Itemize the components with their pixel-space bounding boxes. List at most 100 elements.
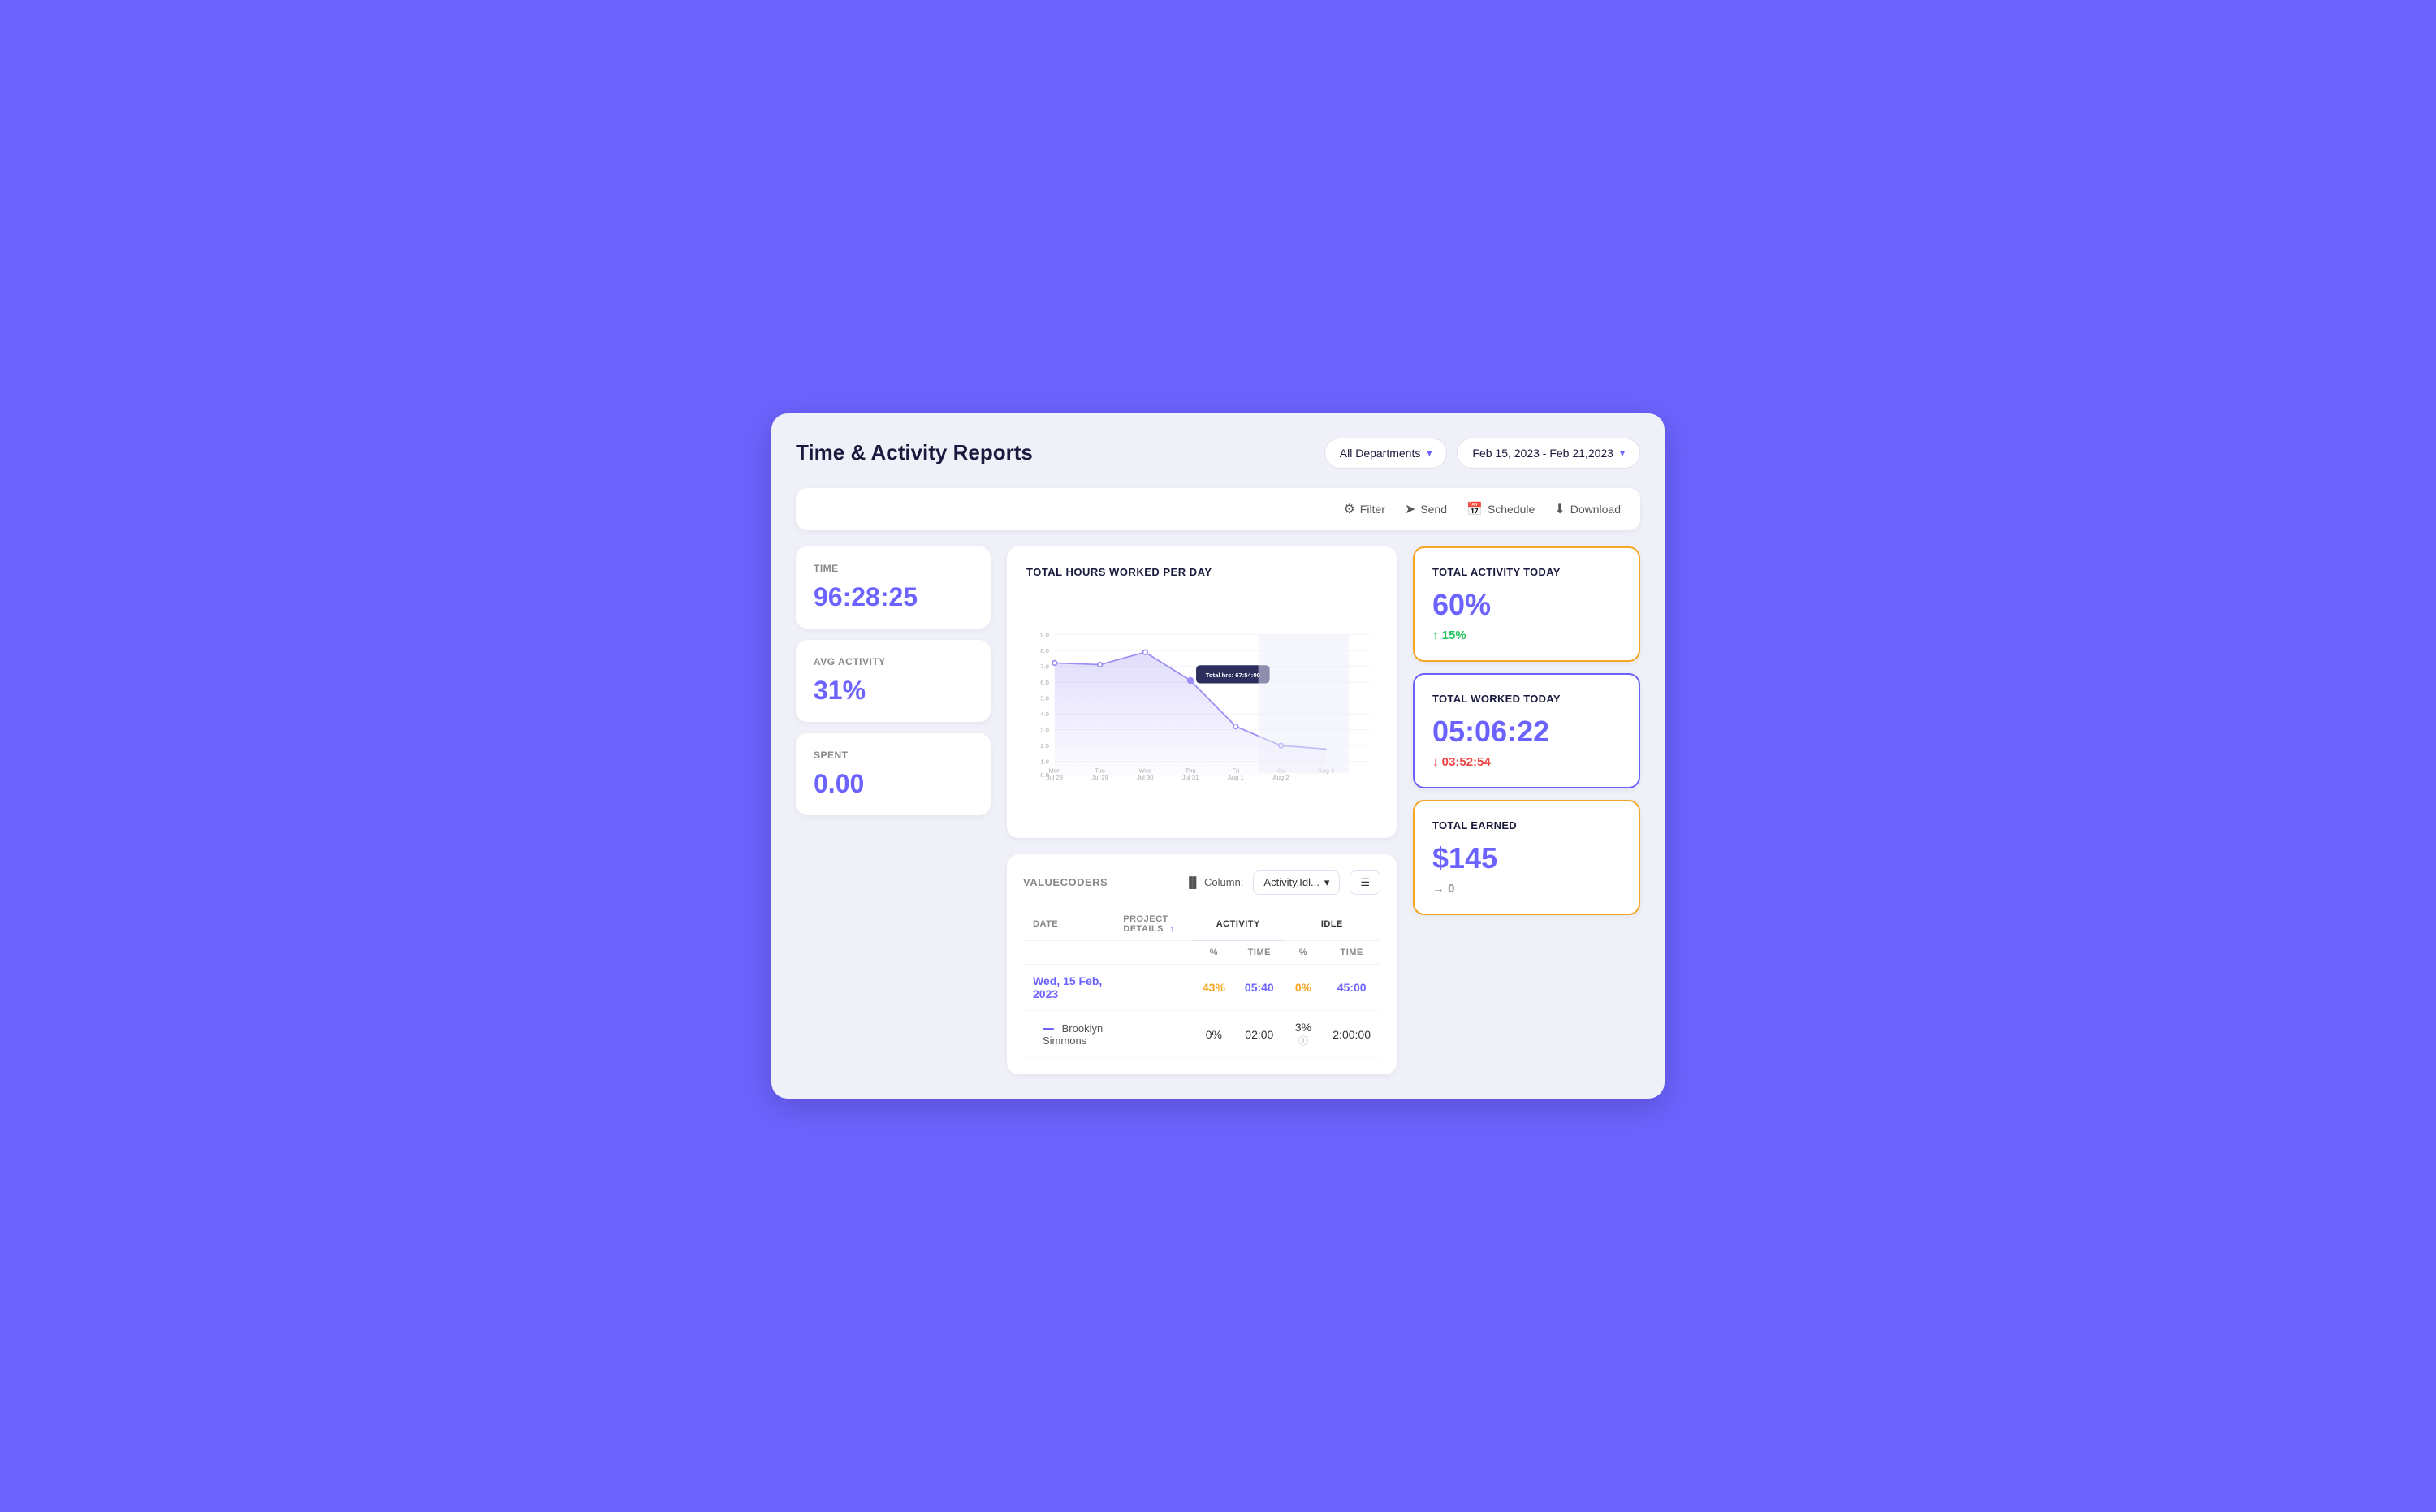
total-activity-change: ↑ 15%	[1432, 629, 1621, 642]
spent-stat-card: SPENT 0.00	[796, 733, 991, 815]
y-label-4: 4.0	[1040, 711, 1049, 718]
col-idle-pct: %	[1284, 940, 1324, 965]
activity-table: DATE PROJECT DETAILS ↑ ACTIVITY IDLE	[1023, 908, 1380, 1059]
chart-title: TOTAL HOURS WORKED PER DAY	[1026, 566, 1377, 578]
sort-icon: ↑	[1170, 924, 1175, 934]
total-worked-card: TOTAL WORKED TODAY 05:06:22 ↓ 03:52:54	[1413, 673, 1640, 788]
data-point-wed	[1143, 650, 1148, 654]
y-label-9: 9.0	[1040, 631, 1049, 638]
y-label-5: 5.0	[1040, 694, 1049, 702]
total-activity-title: TOTAL ACTIVITY TODAY	[1432, 566, 1621, 578]
x-label-thu-date: Jul 31	[1182, 774, 1199, 781]
y-label-3: 3.0	[1040, 726, 1049, 733]
total-earned-card: TOTAL EARNED $145 → 0	[1413, 800, 1640, 915]
left-stats-panel: TIME 96:28:25 AVG ACTIVITY 31% SPENT 0.0…	[796, 546, 991, 1075]
calendar-icon: 📅	[1466, 501, 1483, 517]
table-row-sub: Brooklyn Simmons 0% 02:00 3% ⓘ 2:00:00	[1023, 1011, 1380, 1058]
time-stat-card: TIME 96:28:25	[796, 546, 991, 629]
data-point-mon	[1052, 660, 1057, 665]
highlight-region	[1259, 634, 1349, 772]
org-name: VALUECODERS	[1023, 876, 1108, 888]
col-activity-group: ACTIVITY	[1193, 908, 1284, 941]
group-icon: ☰	[1360, 876, 1370, 889]
row-activity-pct: 43%	[1193, 965, 1235, 1011]
row-date: Wed, 15 Feb, 2023	[1023, 965, 1113, 1011]
total-activity-value: 60%	[1432, 588, 1621, 622]
tooltip-text: Total hrs: 67:54:00	[1206, 672, 1260, 679]
total-worked-change: ↓ 03:52:54	[1432, 755, 1621, 769]
column-selector-btn[interactable]: Activity,Idl... ▾	[1253, 870, 1340, 895]
data-point-tue	[1098, 662, 1103, 667]
time-label: TIME	[814, 563, 973, 574]
x-label-wed: Wed	[1139, 767, 1152, 774]
chart-area: 9.0 8.0 7.0 6.0 5.0 4.0 3.0 2.0 1.0 0.0	[1026, 591, 1377, 819]
col-idle-group: IDLE	[1284, 908, 1380, 941]
avg-activity-value: 31%	[814, 676, 973, 706]
row-sub-activity-pct: 0%	[1193, 1011, 1235, 1058]
row-activity-time: 05:40	[1235, 965, 1284, 1011]
group-btn[interactable]: ☰	[1350, 870, 1380, 895]
date-range-selector[interactable]: Feb 15, 2023 - Feb 21,2023 ▾	[1457, 438, 1640, 469]
row-sub-name: Brooklyn Simmons	[1023, 1011, 1113, 1058]
content-area: TIME 96:28:25 AVG ACTIVITY 31% SPENT 0.0…	[796, 546, 1640, 1075]
table-header: DATE PROJECT DETAILS ↑ ACTIVITY IDLE	[1023, 908, 1380, 941]
data-point-fri	[1233, 724, 1238, 728]
total-activity-card: TOTAL ACTIVITY TODAY 60% ↑ 15%	[1413, 546, 1640, 662]
table-subheader: % TIME % TIME	[1023, 940, 1380, 965]
x-label-thu: Thu	[1185, 767, 1195, 774]
send-button[interactable]: ➤ Send	[1405, 501, 1447, 517]
table-controls: ▐▌ Column: Activity,Idl... ▾ ☰	[1186, 870, 1380, 895]
x-label-sat-date: Aug 2	[1273, 774, 1289, 781]
spent-value: 0.00	[814, 769, 973, 799]
x-label-tue-date: Jul 29	[1091, 774, 1108, 781]
total-earned-change: → 0	[1432, 882, 1621, 896]
x-label-tue: Tue	[1095, 767, 1105, 774]
time-value: 96:28:25	[814, 582, 973, 612]
y-label-1: 1.0	[1040, 758, 1049, 765]
x-label-fri: Fri	[1232, 767, 1239, 774]
chevron-down-icon: ▾	[1620, 447, 1625, 459]
toolbar: ⚙ Filter ➤ Send 📅 Schedule ⬇ Download	[796, 488, 1640, 530]
column-label: ▐▌ Column:	[1186, 876, 1244, 888]
send-icon: ➤	[1405, 501, 1415, 517]
chevron-down-icon: ▾	[1324, 876, 1330, 889]
col-activity-time: TIME	[1235, 940, 1284, 965]
total-earned-value: $145	[1432, 841, 1621, 875]
total-worked-value: 05:06:22	[1432, 715, 1621, 749]
row-idle-time: 45:00	[1323, 965, 1380, 1011]
department-selector[interactable]: All Departments ▾	[1324, 438, 1448, 469]
table-section: VALUECODERS ▐▌ Column: Activity,Idl... ▾…	[1007, 854, 1397, 1075]
filter-button[interactable]: ⚙ Filter	[1343, 501, 1384, 517]
right-panel: TOTAL ACTIVITY TODAY 60% ↑ 15% TOTAL WOR…	[1413, 546, 1640, 1075]
avg-activity-label: AVG ACTIVITY	[814, 656, 973, 667]
spent-label: SPENT	[814, 750, 973, 761]
chevron-down-icon: ▾	[1427, 447, 1432, 459]
header-controls: All Departments ▾ Feb 15, 2023 - Feb 21,…	[1324, 438, 1640, 469]
member-indicator	[1043, 1028, 1054, 1030]
download-icon: ⬇	[1554, 501, 1565, 517]
col-project: PROJECT DETAILS ↑	[1113, 908, 1193, 941]
row-sub-idle-time: 2:00:00	[1323, 1011, 1380, 1058]
x-label-fri-date: Aug 1	[1228, 774, 1244, 781]
download-button[interactable]: ⬇ Download	[1554, 501, 1621, 517]
y-label-8: 8.0	[1040, 647, 1049, 654]
row-idle-pct: 0%	[1284, 965, 1324, 1011]
row-sub-idle-pct: 3% ⓘ	[1284, 1011, 1324, 1058]
row-sub-activity-time: 02:00	[1235, 1011, 1284, 1058]
page-header: Time & Activity Reports All Departments …	[796, 438, 1640, 469]
table-row-date: Wed, 15 Feb, 2023 43% 05:40 0% 45:00	[1023, 965, 1380, 1011]
x-label-mon-date: Jul 28	[1047, 774, 1063, 781]
x-label-mon: Mon	[1048, 767, 1060, 774]
data-point-thu[interactable]	[1188, 677, 1194, 683]
y-label-6: 6.0	[1040, 679, 1049, 686]
page-title: Time & Activity Reports	[796, 440, 1033, 465]
col-idle-time: TIME	[1323, 940, 1380, 965]
row-project	[1113, 965, 1193, 1011]
table-header-row: VALUECODERS ▐▌ Column: Activity,Idl... ▾…	[1023, 870, 1380, 895]
avg-activity-stat-card: AVG ACTIVITY 31%	[796, 640, 991, 722]
col-activity-pct: %	[1193, 940, 1235, 965]
schedule-button[interactable]: 📅 Schedule	[1466, 501, 1535, 517]
row-sub-project	[1113, 1011, 1193, 1058]
total-earned-title: TOTAL EARNED	[1432, 819, 1621, 832]
center-panel: TOTAL HOURS WORKED PER DAY	[1007, 546, 1397, 1075]
